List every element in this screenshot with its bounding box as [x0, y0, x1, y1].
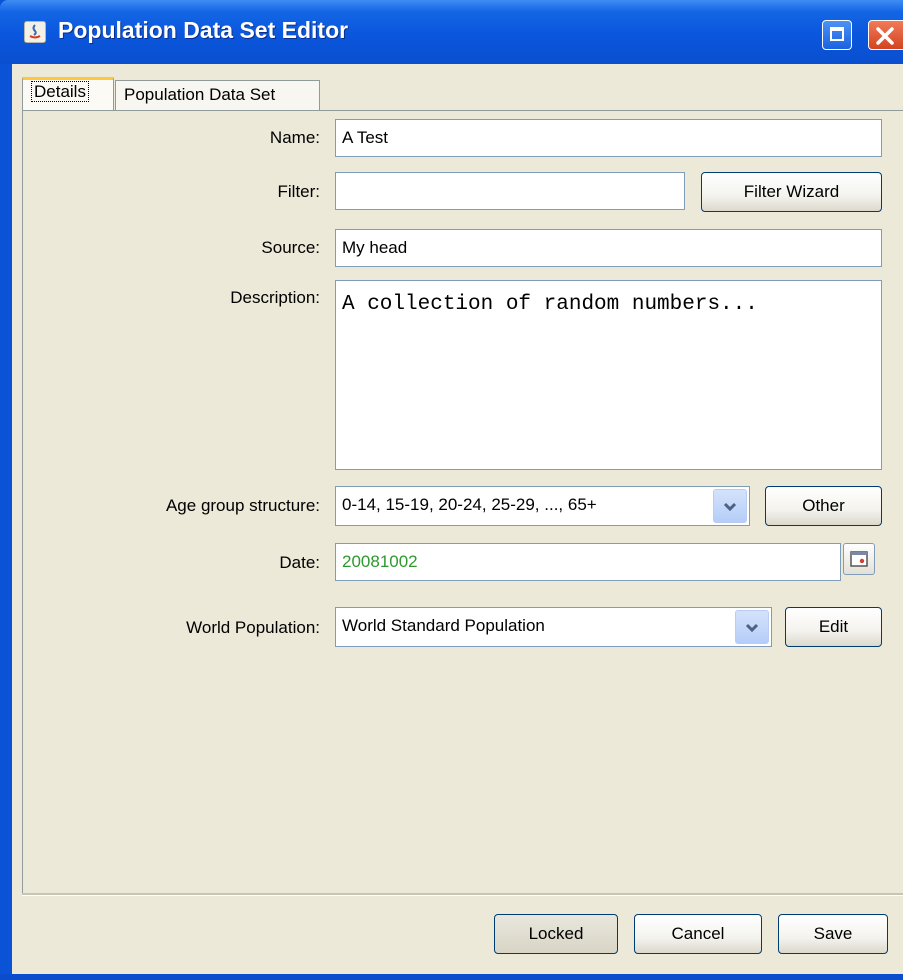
other-button[interactable]: Other [765, 486, 882, 526]
world-population-label: World Population: [186, 618, 320, 637]
source-label: Source: [261, 238, 320, 257]
window-left-border [0, 0, 12, 980]
age-group-value: 0-14, 15-19, 20-24, 25-29, ..., 65+ [342, 495, 597, 514]
tab-population-data-set[interactable]: Population Data Set [115, 80, 320, 110]
age-group-dropdown-button[interactable] [713, 489, 747, 523]
age-group-select[interactable]: 0-14, 15-19, 20-24, 25-29, ..., 65+ [335, 486, 750, 526]
description-textarea[interactable]: A collection of random numbers... [335, 280, 882, 470]
save-button[interactable]: Save [778, 914, 888, 954]
java-app-icon [24, 21, 46, 43]
tab-details[interactable]: Details [22, 77, 114, 111]
world-population-dropdown-button[interactable] [735, 610, 769, 644]
calendar-icon [850, 551, 868, 567]
filter-field[interactable] [335, 172, 685, 210]
filter-label: Filter: [277, 182, 321, 201]
filter-wizard-button[interactable]: Filter Wizard [701, 172, 882, 212]
description-label: Description: [230, 288, 320, 307]
name-label: Name: [269, 128, 320, 147]
date-label: Date: [279, 553, 320, 572]
calendar-button[interactable] [843, 543, 875, 575]
name-field[interactable]: A Test [335, 119, 882, 157]
tab-label: Details [31, 81, 89, 102]
footer-separator [22, 893, 903, 896]
age-group-label: Age group structure: [165, 496, 320, 515]
locked-button[interactable]: Locked [494, 914, 618, 954]
title-bar[interactable]: Population Data Set Editor [0, 0, 903, 64]
world-population-select[interactable]: World Standard Population [335, 607, 772, 647]
window-bottom-border [0, 974, 903, 980]
cancel-button[interactable]: Cancel [634, 914, 762, 954]
date-field[interactable]: 20081002 [335, 543, 841, 581]
date-value: 20081002 [342, 552, 418, 571]
source-field[interactable]: My head [335, 229, 882, 267]
window-title: Population Data Set Editor [58, 17, 349, 43]
edit-button[interactable]: Edit [785, 607, 882, 647]
close-button[interactable] [868, 20, 903, 50]
close-icon [876, 27, 894, 45]
chevron-down-icon [723, 502, 737, 512]
maximize-button[interactable] [822, 20, 852, 50]
chevron-down-icon [745, 623, 759, 633]
world-population-value: World Standard Population [342, 616, 545, 635]
